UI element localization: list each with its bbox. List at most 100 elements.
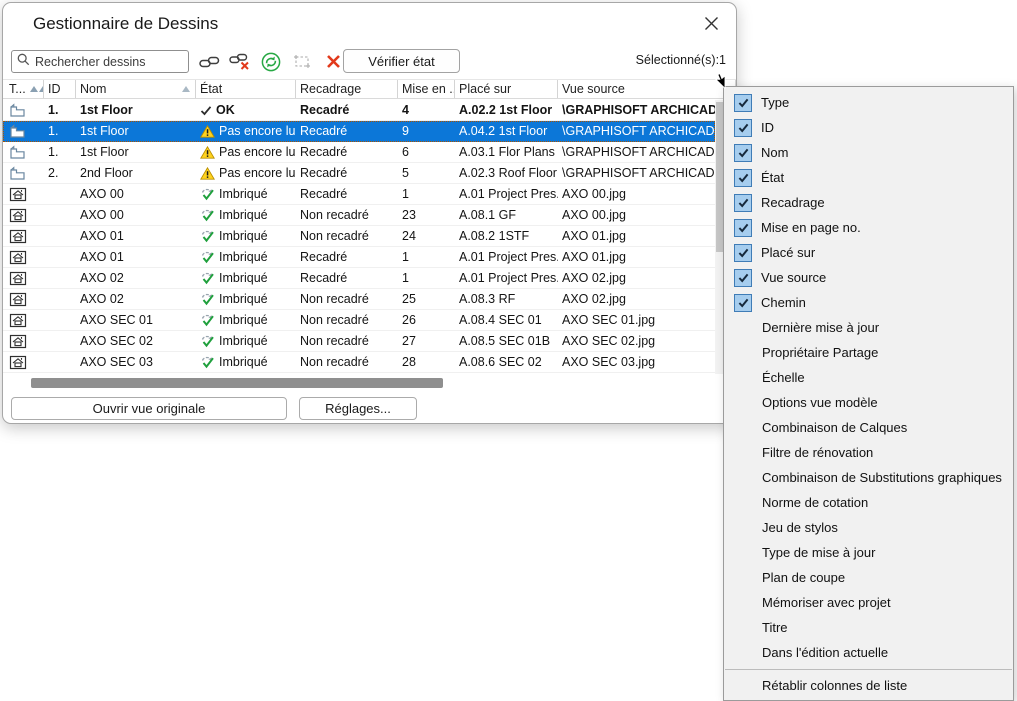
search-input[interactable] (35, 55, 183, 69)
table-row[interactable]: AXO 01ImbriquéNon recadré24A.08.2 1STFAX… (3, 226, 715, 247)
status-label: OK (216, 103, 235, 117)
column-header-mise[interactable]: Mise en ... (398, 80, 455, 98)
cell-page-number: 24 (398, 226, 455, 246)
status-label: Pas encore lu (219, 145, 295, 159)
menu-item-nom[interactable]: Nom (724, 140, 1013, 165)
menu-item-combinaison-de-calques[interactable]: Combinaison de Calques (724, 415, 1013, 440)
cell-id (44, 268, 76, 288)
cell-page-number: 23 (398, 205, 455, 225)
menu-item-mise-en-page-no[interactable]: Mise en page no. (724, 215, 1013, 240)
toolbar: Vérifier état Sélectionné(s):1 (3, 47, 736, 79)
cell-crop: Recadré (296, 268, 398, 288)
cell-placed-on: A.08.4 SEC 01 (455, 310, 558, 330)
cell-id (44, 205, 76, 225)
cell-name: 2nd Floor (76, 163, 196, 183)
menu-item-label: Combinaison de Calques (762, 420, 907, 435)
menu-item-place-sur[interactable]: Placé sur (724, 240, 1013, 265)
cell-type (3, 205, 44, 225)
link-drawing-icon (199, 55, 220, 69)
table-row[interactable]: AXO 00ImbriquéRecadré1A.01 Project Pres.… (3, 184, 715, 205)
cell-type (3, 226, 44, 246)
cell-placed-on: A.08.2 1STF (455, 226, 558, 246)
cell-placed-on: A.08.6 SEC 02 (455, 352, 558, 372)
menu-item-type-de-mise-a-jour[interactable]: Type de mise à jour (724, 540, 1013, 565)
column-header-id[interactable]: ID (44, 80, 76, 98)
menu-item-titre[interactable]: Titre (724, 615, 1013, 640)
table-row[interactable]: AXO 02ImbriquéNon recadré25A.08.3 RFAXO … (3, 289, 715, 310)
menu-item-recadrage[interactable]: Recadrage (724, 190, 1013, 215)
toolbar-icons (196, 49, 346, 74)
update-drawing-button[interactable] (258, 49, 284, 74)
settings-button[interactable]: Réglages... (299, 397, 417, 420)
menu-item-filtre-de-renovation[interactable]: Filtre de rénovation (724, 440, 1013, 465)
menu-item-memoriser-avec-projet[interactable]: Mémoriser avec projet (724, 590, 1013, 615)
table-row[interactable]: AXO 02ImbriquéRecadré1A.01 Project Pres.… (3, 268, 715, 289)
verify-status-button[interactable]: Vérifier état (343, 49, 460, 73)
column-header-etat[interactable]: État (196, 80, 296, 98)
horizontal-scrollbar[interactable] (3, 376, 736, 391)
cell-placed-on: A.08.3 RF (455, 289, 558, 309)
menu-item-dans-l-edition-actuelle[interactable]: Dans l'édition actuelle (724, 640, 1013, 665)
menu-item-plan-de-coupe[interactable]: Plan de coupe (724, 565, 1013, 590)
menu-item-chemin[interactable]: Chemin (724, 290, 1013, 315)
checkbox-checked-icon (734, 119, 752, 137)
break-drawing-link-button[interactable] (227, 49, 253, 74)
link-drawing-button[interactable] (196, 49, 222, 74)
column-header-type[interactable]: T... (3, 80, 44, 98)
menu-item-etat[interactable]: État (724, 165, 1013, 190)
status-label: Imbriqué (219, 313, 268, 327)
crop-drawing-icon (293, 54, 311, 69)
table-row[interactable]: AXO SEC 01ImbriquéNon recadré26A.08.4 SE… (3, 310, 715, 331)
horizontal-scrollbar-thumb[interactable] (31, 378, 443, 388)
crop-drawing-button (289, 49, 315, 74)
menu-item-jeu-de-stylos[interactable]: Jeu de stylos (724, 515, 1013, 540)
table-row[interactable]: AXO SEC 03ImbriquéNon recadré28A.08.6 SE… (3, 352, 715, 373)
column-header-nom[interactable]: Nom (76, 80, 196, 98)
table-row[interactable]: AXO 01ImbriquéRecadré1A.01 Project Pres.… (3, 247, 715, 268)
open-source-view-button[interactable]: Ouvrir vue originale (11, 397, 287, 420)
menu-item-options-vue-modele[interactable]: Options vue modèle (724, 390, 1013, 415)
menu-item-echelle[interactable]: Échelle (724, 365, 1013, 390)
column-label: État (200, 82, 222, 96)
close-button[interactable] (698, 13, 724, 39)
menu-item-label: Rétablir colonnes de liste (762, 678, 907, 693)
menu-item-id[interactable]: ID (724, 115, 1013, 140)
image-drawing-icon (9, 250, 27, 265)
menu-item-label: Combinaison de Substitutions graphiques (762, 470, 1002, 485)
menu-item-derniere-mise-a-jour[interactable]: Dernière mise à jour (724, 315, 1013, 340)
menu-item-vue-source[interactable]: Vue source (724, 265, 1013, 290)
table-row[interactable]: 1.1st FloorPas encore luRecadré6A.03.1 F… (3, 142, 715, 163)
menu-item-combinaison-de-substitutions-graphiques[interactable]: Combinaison de Substitutions graphiques (724, 465, 1013, 490)
menu-item-norme-de-cotation[interactable]: Norme de cotation (724, 490, 1013, 515)
table-row[interactable]: 1.1st FloorOKRecadré4A.02.2 1st Floor\GR… (3, 100, 715, 121)
column-label: Vue source (562, 82, 625, 96)
column-header-place[interactable]: Placé sur (455, 80, 558, 98)
cell-status: Imbriqué (196, 331, 296, 351)
search-box[interactable] (11, 50, 189, 73)
cell-crop: Recadré (296, 163, 398, 183)
menu-item-proprietaire-partage[interactable]: Propriétaire Partage (724, 340, 1013, 365)
cell-page-number: 5 (398, 163, 455, 183)
checkbox-checked-icon (734, 269, 752, 287)
menu-item-retablir-colonnes-de-liste[interactable]: Rétablir colonnes de liste (724, 673, 1013, 698)
cell-source-view: AXO 01.jpg (558, 226, 715, 246)
table-row[interactable]: AXO 00ImbriquéNon recadré23A.08.1 GFAXO … (3, 205, 715, 226)
table-row[interactable]: AXO SEC 02ImbriquéNon recadré27A.08.5 SE… (3, 331, 715, 352)
cell-type (3, 268, 44, 288)
cell-page-number: 6 (398, 142, 455, 162)
cell-type (3, 331, 44, 351)
table-row[interactable]: 1.1st FloorPas encore luRecadré9A.04.2 1… (3, 121, 715, 142)
cell-type (3, 142, 44, 162)
column-header-recadrage[interactable]: Recadrage (296, 80, 398, 98)
menu-item-label: Jeu de stylos (762, 520, 838, 535)
table-row[interactable]: 2.2nd FloorPas encore luRecadré5A.02.3 R… (3, 163, 715, 184)
cell-id: 1. (44, 142, 76, 162)
menu-item-label: Placé sur (761, 245, 815, 260)
menu-item-label: Type (761, 95, 789, 110)
cell-status: Imbriqué (196, 352, 296, 372)
column-header-vue[interactable]: Vue source (558, 80, 736, 98)
warning-icon (200, 146, 215, 159)
cell-name: 1st Floor (76, 121, 196, 141)
dialog-title: Gestionnaire de Dessins (33, 14, 218, 34)
menu-item-type[interactable]: Type (724, 90, 1013, 115)
